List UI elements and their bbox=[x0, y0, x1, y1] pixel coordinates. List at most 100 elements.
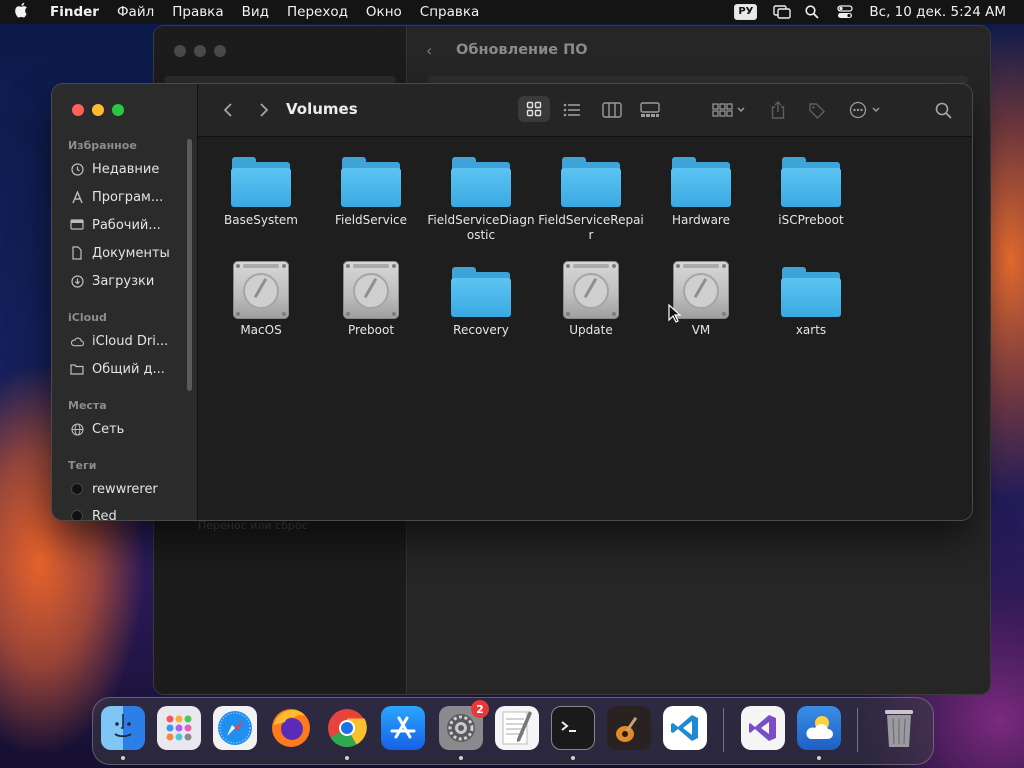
sidebar-item-downloads[interactable]: Загрузки bbox=[70, 270, 154, 292]
sidebar-item-label: Загрузки bbox=[92, 273, 155, 289]
folder-item[interactable]: Hardware bbox=[646, 157, 756, 228]
folder-item[interactable]: Recovery bbox=[426, 267, 536, 338]
share-button[interactable] bbox=[768, 98, 788, 122]
menu-help[interactable]: Справка bbox=[420, 4, 479, 20]
volume-item[interactable]: VM bbox=[646, 261, 756, 338]
hard-disk-icon bbox=[233, 261, 289, 319]
item-name: BaseSystem bbox=[224, 213, 298, 227]
folder-item[interactable]: BaseSystem bbox=[206, 157, 316, 228]
dock-weather-icon[interactable] bbox=[797, 706, 841, 750]
window-title: Volumes bbox=[286, 100, 358, 118]
folder-item[interactable]: iSCPreboot bbox=[756, 157, 866, 228]
group-by-button[interactable] bbox=[710, 98, 750, 122]
document-icon bbox=[70, 246, 84, 260]
sidebar-item-label: Рабочий... bbox=[92, 217, 161, 233]
file-browser-content[interactable]: BaseSystem FieldService FieldServiceDiagno… bbox=[198, 137, 972, 520]
folder-item[interactable]: FieldServiceDiagnostic bbox=[426, 157, 536, 243]
sidebar-item-label: iCloud Dri... bbox=[92, 333, 169, 349]
folder-item[interactable]: FieldService bbox=[316, 157, 426, 228]
settings-pane-title: Обновление ПО bbox=[456, 42, 588, 58]
menu-edit[interactable]: Правка bbox=[172, 4, 223, 20]
apple-menu-icon[interactable] bbox=[14, 2, 40, 22]
chevron-left-icon bbox=[223, 103, 232, 117]
menu-bar: Finder Файл Правка Вид Переход Окно Спра… bbox=[0, 0, 1024, 24]
menu-view[interactable]: Вид bbox=[242, 4, 269, 20]
item-name: iSCPreboot bbox=[778, 213, 844, 227]
shared-folder-icon bbox=[70, 362, 84, 376]
dock-safari-icon[interactable] bbox=[213, 706, 257, 750]
back-chevron-icon[interactable]: ‹ bbox=[426, 41, 432, 60]
sidebar-item-applications[interactable]: Програм... bbox=[70, 186, 163, 208]
settings-search-field[interactable] bbox=[164, 76, 396, 84]
dock-garageband-icon[interactable] bbox=[607, 706, 651, 750]
sidebar-item-documents[interactable]: Документы bbox=[70, 242, 170, 264]
finder-sidebar: Избранное Недавние Програм... Рабочий...… bbox=[52, 84, 198, 520]
item-name: FieldService bbox=[334, 213, 408, 227]
sidebar-item-label: Програм... bbox=[92, 189, 164, 205]
sidebar-item-tag[interactable]: Red bbox=[70, 505, 117, 520]
column-view-button[interactable] bbox=[600, 98, 624, 122]
hard-disk-icon bbox=[563, 261, 619, 319]
sidebar-item-icloud-drive[interactable]: iCloud Dri... bbox=[70, 330, 168, 352]
dock-trash-icon[interactable] bbox=[877, 706, 921, 750]
sidebar-item-label: Сеть bbox=[92, 421, 125, 437]
menu-go[interactable]: Переход bbox=[287, 4, 348, 20]
close-button[interactable] bbox=[72, 104, 84, 116]
item-name: MacOS bbox=[240, 323, 282, 337]
volume-item[interactable]: Preboot bbox=[316, 261, 426, 338]
dock-finder-icon[interactable] bbox=[101, 706, 145, 750]
sidebar-item-recents[interactable]: Недавние bbox=[70, 158, 159, 180]
finder-window: Избранное Недавние Програм... Рабочий...… bbox=[52, 84, 972, 520]
sidebar-scrollbar[interactable] bbox=[187, 139, 192, 391]
volume-item[interactable]: MacOS bbox=[206, 261, 316, 338]
forward-button[interactable] bbox=[254, 98, 274, 122]
zoom-button[interactable] bbox=[112, 104, 124, 116]
list-view-button[interactable] bbox=[560, 98, 584, 122]
menu-file[interactable]: Файл bbox=[117, 4, 154, 20]
dock-app-store-icon[interactable] bbox=[381, 706, 425, 750]
dock-visual-studio-icon[interactable] bbox=[741, 706, 785, 750]
icon-view-button[interactable] bbox=[524, 97, 544, 121]
dock-terminal-icon[interactable] bbox=[551, 706, 595, 750]
dock-firefox-icon[interactable] bbox=[269, 706, 313, 750]
volume-item[interactable]: Update bbox=[536, 261, 646, 338]
control-center-icon[interactable] bbox=[837, 5, 854, 19]
more-actions-button[interactable] bbox=[848, 98, 886, 122]
item-name: VM bbox=[691, 323, 711, 337]
sidebar-item-label: Red bbox=[92, 508, 117, 521]
search-button[interactable] bbox=[932, 98, 954, 122]
sidebar-section-favorites: Избранное bbox=[68, 139, 137, 152]
tags-button[interactable] bbox=[806, 98, 828, 122]
gallery-view-button[interactable] bbox=[638, 98, 662, 122]
sidebar-item-desktop[interactable]: Рабочий... bbox=[70, 214, 161, 236]
menubar-clock[interactable]: Вс, 10 дек. 5:24 AM bbox=[869, 4, 1006, 20]
spotlight-search-icon[interactable] bbox=[805, 5, 821, 19]
folder-icon bbox=[341, 157, 401, 209]
minimize-button[interactable] bbox=[92, 104, 104, 116]
menu-window[interactable]: Окно bbox=[366, 4, 402, 20]
dock-system-settings-icon[interactable]: 2 bbox=[439, 700, 489, 750]
screen-mirroring-icon[interactable] bbox=[773, 5, 792, 19]
dock-textedit-icon[interactable] bbox=[495, 706, 539, 750]
sidebar-item-network[interactable]: Сеть bbox=[70, 418, 124, 440]
sidebar-item-shared[interactable]: Общий д... bbox=[70, 358, 165, 380]
dock-separator bbox=[857, 708, 858, 752]
dock-launchpad-icon[interactable] bbox=[157, 706, 201, 750]
inactive-window-controls[interactable] bbox=[174, 45, 226, 57]
folder-icon bbox=[231, 157, 291, 209]
running-indicator bbox=[345, 756, 349, 760]
folder-item[interactable]: FieldServiceRepair bbox=[536, 157, 646, 243]
globe-icon bbox=[70, 422, 84, 436]
transfer-or-reset-item[interactable]: Перенос или сброс bbox=[198, 519, 308, 532]
folder-icon bbox=[781, 267, 841, 319]
sidebar-item-tag[interactable]: rewwrerer bbox=[70, 478, 158, 500]
back-button[interactable] bbox=[218, 98, 238, 122]
item-name: Hardware bbox=[672, 213, 730, 227]
dock-chrome-icon[interactable] bbox=[325, 706, 369, 750]
input-source-indicator[interactable]: РУ bbox=[734, 4, 758, 20]
item-name: Preboot bbox=[347, 323, 395, 337]
item-name: Update bbox=[569, 323, 613, 337]
folder-item[interactable]: xarts bbox=[756, 267, 866, 338]
menu-app-finder[interactable]: Finder bbox=[50, 4, 99, 20]
dock-vscode-icon[interactable] bbox=[663, 706, 707, 750]
